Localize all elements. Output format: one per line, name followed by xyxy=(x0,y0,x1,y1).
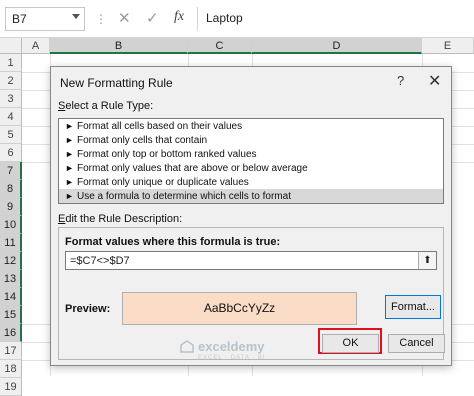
enter-entry-icon[interactable]: ✓ xyxy=(146,9,159,27)
name-box[interactable]: B7 xyxy=(5,7,85,31)
row-header[interactable]: 3 xyxy=(0,90,22,108)
list-item[interactable]: ► Format only cells that contain xyxy=(59,133,443,147)
formula-input[interactable]: Laptop xyxy=(197,7,474,31)
rule-type-list[interactable]: ► Format all cells based on their values … xyxy=(58,118,444,204)
select-rule-type-label: Select a Rule Type: xyxy=(58,100,154,112)
arrow-right-icon: ► xyxy=(65,121,74,131)
formula-value: =$C7<>$D7 xyxy=(70,255,130,267)
preview-label: Preview: xyxy=(65,303,111,315)
arrow-right-icon: ► xyxy=(65,191,74,201)
list-item[interactable]: ► Format only unique or duplicate values xyxy=(59,175,443,189)
column-header-b[interactable]: B xyxy=(50,38,188,54)
select-all-corner[interactable] xyxy=(0,38,22,54)
cancel-button[interactable]: Cancel xyxy=(388,334,445,353)
row-header[interactable]: 4 xyxy=(0,108,22,126)
ok-button[interactable]: OK xyxy=(322,334,379,353)
column-header-e[interactable]: E xyxy=(422,38,474,54)
row-header[interactable]: 9 xyxy=(0,198,22,216)
new-formatting-rule-dialog: New Formatting Rule ? ✕ Select a Rule Ty… xyxy=(50,66,452,366)
insert-function-icon[interactable]: fx xyxy=(174,9,184,25)
watermark-tagline: EXCEL · DATA · BI xyxy=(198,355,266,361)
list-item[interactable]: ► Format only values that are above or be… xyxy=(59,161,443,175)
row-header[interactable]: 5 xyxy=(0,126,22,144)
row-header[interactable]: 11 xyxy=(0,234,22,252)
cancel-entry-icon[interactable]: ✕ xyxy=(118,9,131,27)
arrow-right-icon: ► xyxy=(65,177,74,187)
row-header[interactable]: 7 xyxy=(0,162,22,180)
format-button[interactable]: Format... xyxy=(385,295,441,319)
arrow-right-icon: ► xyxy=(65,149,74,159)
row-header[interactable]: 6 xyxy=(0,144,22,162)
formula-heading: Format values where this formula is true… xyxy=(65,236,281,248)
list-item[interactable]: ► Format only top or bottom ranked values xyxy=(59,147,443,161)
row-header[interactable]: 18 xyxy=(0,360,22,378)
chevron-down-icon[interactable] xyxy=(72,14,80,19)
row-header[interactable]: 13 xyxy=(0,270,22,288)
row-header[interactable]: 16 xyxy=(0,324,22,342)
formula-field[interactable]: =$C7<>$D7 ⬆ xyxy=(65,251,437,270)
formula-bar: B7 ⋮ ✕ ✓ fx Laptop xyxy=(0,0,474,38)
row-header[interactable]: 12 xyxy=(0,252,22,270)
list-item-selected[interactable]: ► Use a formula to determine which cells … xyxy=(59,189,443,203)
row-header[interactable]: 19 xyxy=(0,378,22,396)
column-header-a[interactable]: A xyxy=(22,38,50,54)
name-box-value: B7 xyxy=(12,12,27,26)
exceldemy-logo-icon xyxy=(180,340,194,353)
arrow-right-icon: ► xyxy=(65,163,74,173)
watermark-name: exceldemy xyxy=(198,339,265,354)
row-header[interactable]: 10 xyxy=(0,216,22,234)
row-header[interactable]: 2 xyxy=(0,72,22,90)
edit-rule-description-label: Edit the Rule Description: xyxy=(58,213,183,225)
row-header[interactable]: 8 xyxy=(0,180,22,198)
list-item[interactable]: ► Format all cells based on their values xyxy=(59,119,443,133)
row-header[interactable]: 17 xyxy=(0,342,22,360)
close-icon[interactable]: ✕ xyxy=(428,71,441,91)
dialog-title: New Formatting Rule xyxy=(60,76,173,90)
row-header[interactable]: 1 xyxy=(0,54,22,72)
help-icon[interactable]: ? xyxy=(397,73,404,88)
preview-sample: AaBbCcYyZz xyxy=(122,292,357,325)
row-header[interactable]: 15 xyxy=(0,306,22,324)
formula-bar-grip-icon: ⋮ xyxy=(95,12,107,26)
row-header[interactable]: 14 xyxy=(0,288,22,306)
column-header-c[interactable]: C xyxy=(188,38,252,54)
column-header-d[interactable]: D xyxy=(252,38,422,54)
collapse-dialog-icon[interactable]: ⬆ xyxy=(418,252,436,269)
arrow-right-icon: ► xyxy=(65,135,74,145)
